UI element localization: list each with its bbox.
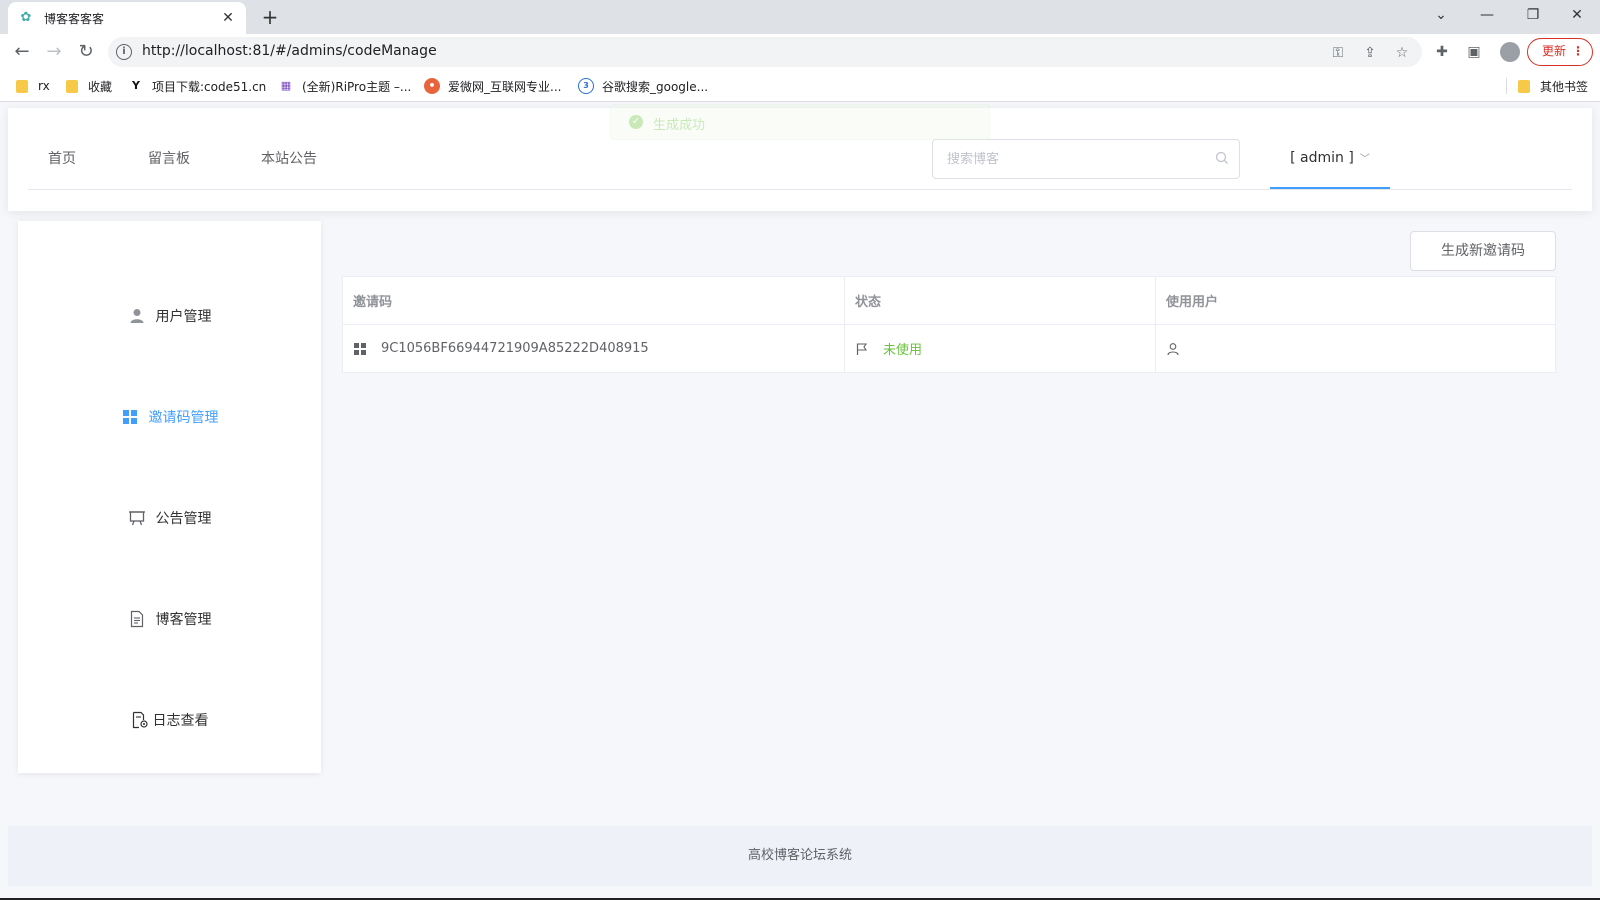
profile-avatar[interactable] <box>1500 42 1520 62</box>
site-info-icon[interactable]: i <box>116 44 132 60</box>
toast-message: 生成成功 <box>653 118 706 133</box>
code-cell: 9C1056BF66944721909A85222D408915 <box>342 324 845 373</box>
log-icon <box>132 711 148 729</box>
column-header-status: 状态 <box>844 276 1156 325</box>
chevron-down-icon: ﹀ <box>1359 154 1370 165</box>
address-bar[interactable]: i http://localhost:81/#/admins/codeManag… <box>108 37 1422 67</box>
key-icon[interactable]: ⚿ <box>1328 43 1348 63</box>
table-header-row: 邀请码 状态 使用用户 <box>342 276 1556 325</box>
bookmarks-separator <box>1506 78 1507 94</box>
forward-icon[interactable]: → <box>40 38 68 66</box>
page-footer: 高校博客论坛系统 <box>8 826 1592 886</box>
bookmarks-bar: rx 收藏 Y 项目下载:code51.cn ▦ (全新)RiPro主题 –..… <box>0 70 1600 102</box>
share-icon[interactable]: ⇪ <box>1360 43 1380 63</box>
column-header-user: 使用用户 <box>1155 276 1556 325</box>
sidebar-item-announcement-management[interactable]: 公告管理 <box>18 498 321 538</box>
search-input[interactable] <box>947 149 1207 169</box>
status-badge: 未使用 <box>883 343 923 358</box>
user-outline-icon <box>1167 342 1179 355</box>
sidebar: 用户管理 邀请码管理 公告管理 博客管理 日志查看 <box>18 221 321 773</box>
search-box <box>932 139 1240 179</box>
search-icon[interactable] <box>1215 151 1229 165</box>
address-url[interactable]: http://localhost:81/#/admins/codeManage <box>142 43 437 59</box>
folder-icon <box>1518 79 1530 93</box>
column-header-code: 邀请码 <box>342 276 845 325</box>
bookmark-favorites[interactable]: 收藏 <box>66 77 112 95</box>
minimize-icon[interactable]: — <box>1464 0 1510 30</box>
sidebar-item-user-management[interactable]: 用户管理 <box>18 296 321 336</box>
generate-invite-code-button[interactable]: 生成新邀请码 <box>1410 231 1556 271</box>
user-menu[interactable]: [ admin ] ﹀ <box>1270 136 1390 189</box>
close-tab-icon[interactable]: ✕ <box>220 10 236 26</box>
invite-code-value: 9C1056BF66944721909A85222D408915 <box>381 341 649 356</box>
table-row[interactable]: 9C1056BF66944721909A85222D408915 未使用 <box>342 324 1556 373</box>
y-logo-icon: Y <box>132 79 140 92</box>
grid-icon <box>354 342 366 355</box>
status-cell: 未使用 <box>844 324 1156 373</box>
browser-toolbar: ← → ↻ i http://localhost:81/#/admins/cod… <box>0 34 1600 70</box>
new-tab-icon[interactable]: + <box>258 6 282 30</box>
sidebar-item-invite-code-management[interactable]: 邀请码管理 <box>18 397 321 437</box>
nav-announcements[interactable]: 本站公告 <box>261 148 317 168</box>
sidebar-item-label: 邀请码管理 <box>148 410 219 426</box>
folder-icon <box>16 79 28 93</box>
bookmark-other[interactable]: 其他书签 <box>1518 77 1588 95</box>
invite-code-table: 邀请码 状态 使用用户 9C1056BF66944721909A85222D40… <box>342 276 1556 373</box>
close-window-icon[interactable]: ✕ <box>1554 0 1600 30</box>
success-toast: ✓ 生成成功 <box>610 104 990 140</box>
flag-icon <box>856 342 868 355</box>
check-circle-icon: ✓ <box>629 115 643 129</box>
sidebar-item-label: 日志查看 <box>152 713 209 729</box>
user-icon <box>130 309 143 323</box>
board-icon <box>128 511 145 526</box>
sidebar-item-label: 博客管理 <box>155 612 212 628</box>
update-button[interactable]: 更新 ⋮ <box>1527 38 1593 66</box>
footer-text: 高校博客论坛系统 <box>747 848 852 863</box>
star-icon[interactable]: ☆ <box>1392 43 1412 63</box>
update-label: 更新 <box>1542 44 1567 58</box>
grid-icon <box>122 410 137 424</box>
ripro-icon: ▦ <box>280 79 292 92</box>
bookmark-rx[interactable]: rx <box>16 77 50 95</box>
aiwei-icon: • <box>424 78 440 94</box>
sidebar-item-label: 公告管理 <box>155 511 212 527</box>
site-favicon-icon: ✿ <box>20 10 32 25</box>
extensions-icon[interactable]: ✚ <box>1432 42 1452 62</box>
document-icon <box>130 610 143 628</box>
tab-search-icon[interactable]: ⌄ <box>1418 0 1464 30</box>
browser-tabstrip: ✿ 博客客客客 ✕ + ⌄ — ❐ ✕ <box>0 0 1600 34</box>
folder-icon <box>66 79 78 93</box>
restore-icon[interactable]: ❐ <box>1510 0 1556 30</box>
user-menu-label: [ admin ] <box>1290 150 1354 166</box>
menu-dots-icon: ⋮ <box>1572 44 1584 58</box>
bookmark-code51[interactable]: Y 项目下载:code51.cn <box>128 77 266 95</box>
header-divider <box>28 189 1572 190</box>
side-panel-icon[interactable]: ▣ <box>1464 42 1484 62</box>
sidebar-item-blog-management[interactable]: 博客管理 <box>18 599 321 639</box>
tab-title: 博客客客客 <box>44 11 105 26</box>
bookmark-aiweiwang[interactable]: • 爱微网_互联网专业... <box>424 77 561 95</box>
bookmark-google-search[interactable]: 3 谷歌搜索_google... <box>578 77 708 95</box>
reload-icon[interactable]: ↻ <box>72 38 100 66</box>
sidebar-item-label: 用户管理 <box>155 309 212 325</box>
search360-icon: 3 <box>578 78 594 94</box>
user-cell <box>1155 324 1556 373</box>
back-icon[interactable]: ← <box>8 38 36 66</box>
nav-message-board[interactable]: 留言板 <box>148 148 190 168</box>
sidebar-item-log-view[interactable]: 日志查看 <box>18 700 321 740</box>
nav-home[interactable]: 首页 <box>48 148 76 168</box>
browser-tab[interactable]: ✿ 博客客客客 ✕ <box>8 2 246 34</box>
bookmark-ripro[interactable]: ▦ (全新)RiPro主题 –... <box>278 77 412 95</box>
